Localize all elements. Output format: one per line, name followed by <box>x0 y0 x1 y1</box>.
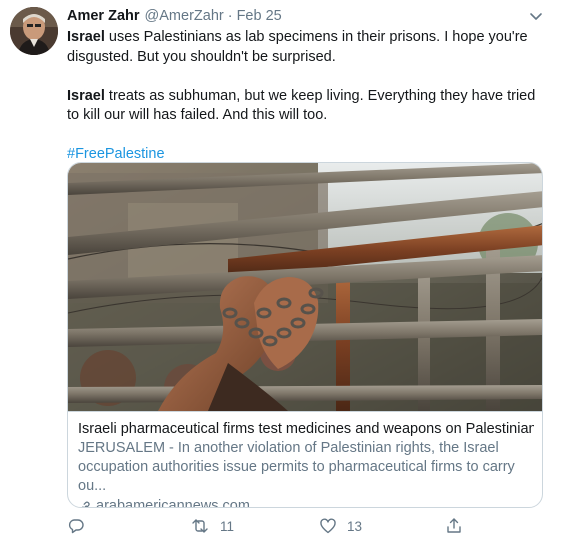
avatar[interactable] <box>10 7 58 55</box>
more-options-button[interactable] <box>528 8 544 24</box>
tweet[interactable]: Amer Zahr @AmerZahr · Feb 25 Israel uses… <box>0 0 562 541</box>
share-icon <box>447 518 461 533</box>
like-count: 13 <box>347 518 363 534</box>
paragraph-text: uses Palestinians as lab specimens in th… <box>67 29 528 65</box>
retweet-count: 11 <box>220 518 235 534</box>
chevron-down-icon <box>530 13 542 20</box>
author-handle[interactable]: @AmerZahr <box>145 8 224 24</box>
paragraph-text: treats as subhuman, but we keep living. … <box>67 87 536 124</box>
like-button[interactable]: 13 <box>319 516 362 536</box>
tweet-actions: 11 13 <box>67 516 467 538</box>
link-card[interactable]: Israeli pharmaceutical firms test medici… <box>67 162 543 508</box>
author-name[interactable]: Amer Zahr <box>67 8 140 24</box>
card-domain: arabamericannews.com <box>78 497 534 508</box>
heart-icon <box>320 518 336 534</box>
card-photo <box>68 163 542 412</box>
tweet-text: Israel uses Palestinians as lab specimen… <box>67 28 547 165</box>
keyword: Israel <box>67 87 105 104</box>
reply-icon <box>68 519 84 534</box>
share-button[interactable] <box>445 516 463 536</box>
hashtag-link[interactable]: #FreePalestine <box>67 146 165 162</box>
link-icon <box>81 501 90 507</box>
retweet-icon <box>192 519 208 533</box>
card-title: Israeli pharmaceutical firms test medici… <box>78 421 534 437</box>
tweet-paragraph-1: Israel uses Palestinians as lab specimen… <box>67 28 547 67</box>
tweet-paragraph-2: Israel treats as subhuman, but we keep l… <box>67 87 547 126</box>
timestamp[interactable]: Feb 25 <box>237 8 282 24</box>
avatar-image <box>10 7 58 55</box>
reply-button[interactable] <box>67 516 85 536</box>
card-details[interactable]: Israeli pharmaceutical firms test medici… <box>68 411 542 508</box>
card-description: JERUSALEM - In another violation of Pale… <box>78 440 515 494</box>
separator-dot: · <box>227 8 233 24</box>
tweet-header: Amer Zahr @AmerZahr · Feb 25 <box>67 8 282 28</box>
retweet-button[interactable]: 11 <box>190 516 234 536</box>
card-domain-text: arabamericannews.com <box>96 498 250 508</box>
card-image[interactable] <box>68 163 542 412</box>
keyword: Israel <box>67 29 105 45</box>
